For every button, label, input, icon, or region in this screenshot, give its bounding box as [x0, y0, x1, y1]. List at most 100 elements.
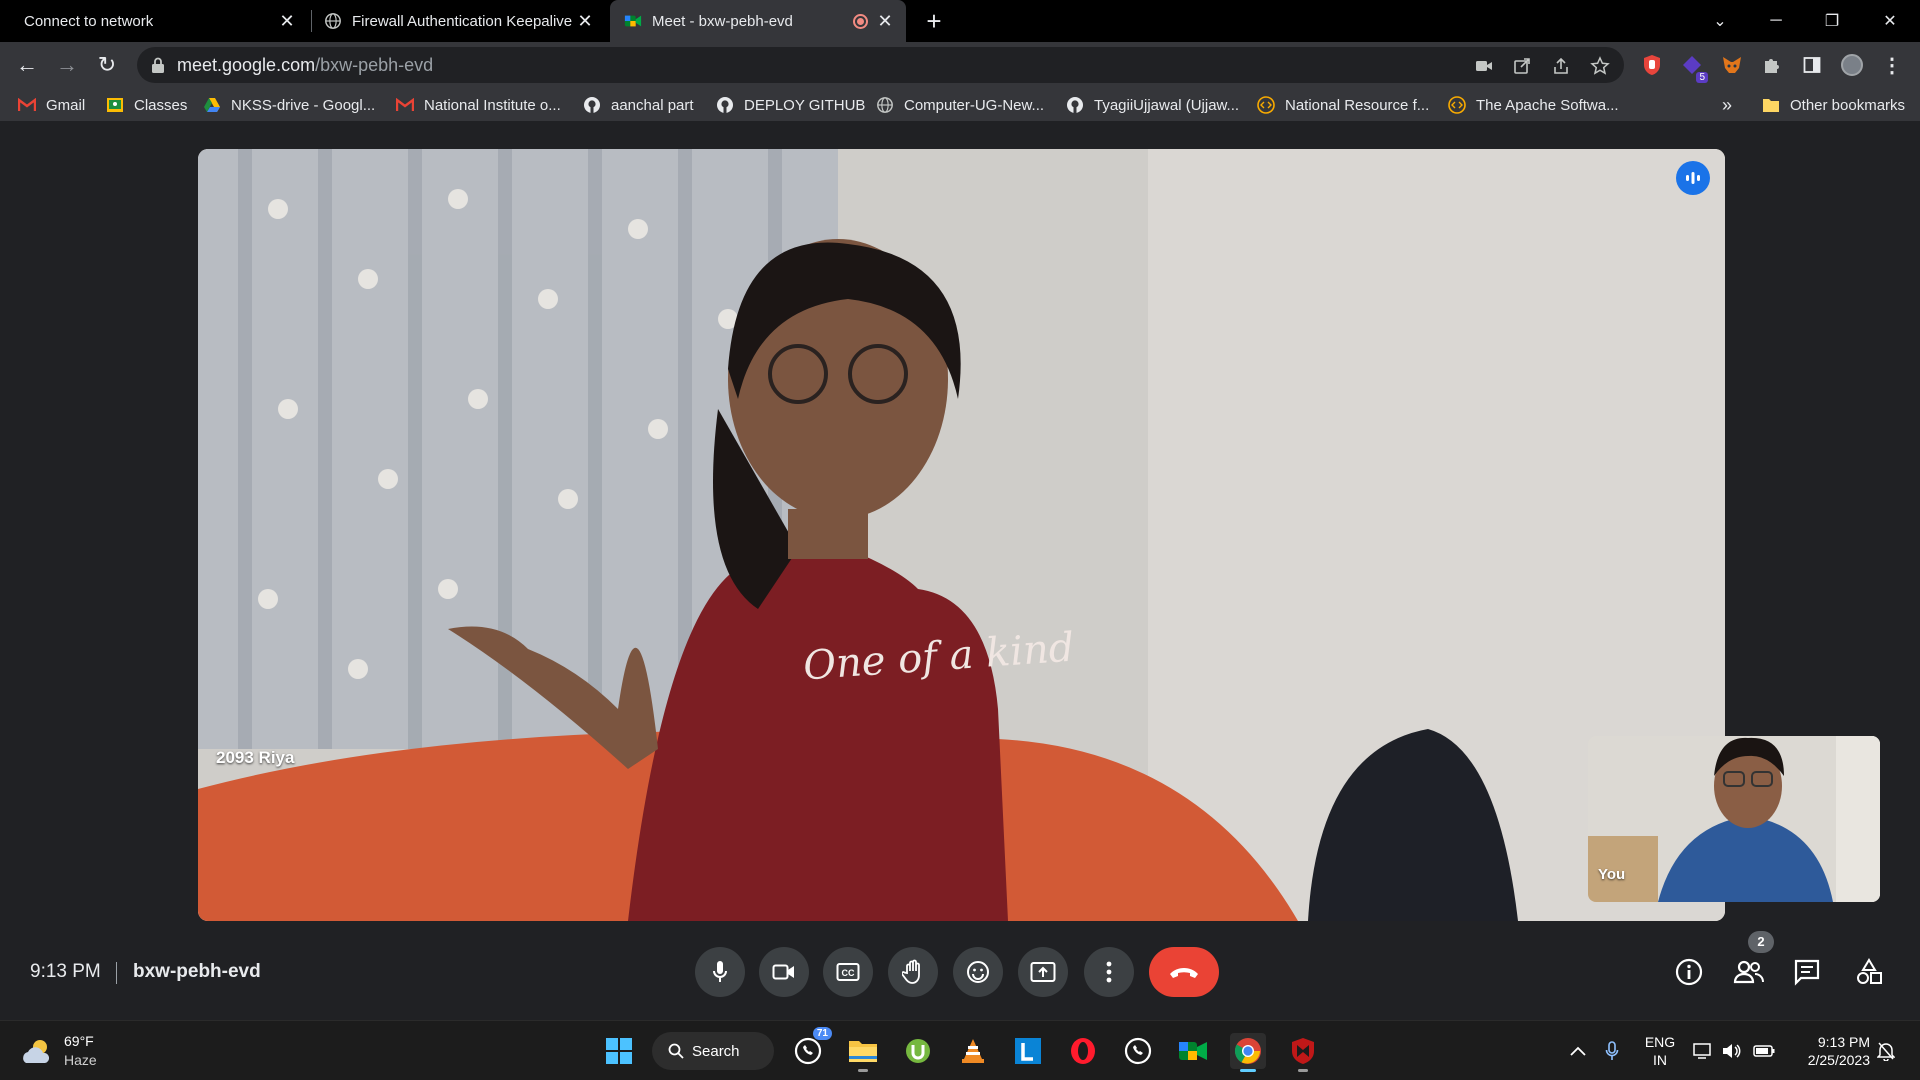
battery-icon[interactable] — [1752, 1033, 1776, 1069]
bookmark-classes[interactable]: Classes — [106, 93, 187, 117]
camera-button[interactable] — [759, 947, 809, 997]
input-language-indicator[interactable]: ENG IN — [1640, 1033, 1680, 1069]
code-icon — [1448, 96, 1466, 114]
reactions-button[interactable] — [953, 947, 1003, 997]
bookmark-star-icon[interactable] — [1589, 55, 1611, 77]
share-icon[interactable] — [1550, 55, 1572, 77]
camera-in-use-icon[interactable] — [1473, 55, 1495, 77]
forward-button[interactable]: → — [51, 49, 83, 81]
chrome-icon — [1234, 1038, 1261, 1064]
new-tab-button[interactable]: + — [920, 8, 948, 36]
clock-time: 9:13 PM — [1817, 1034, 1870, 1050]
taskbar-google-meet[interactable] — [1175, 1033, 1211, 1069]
taskbar-chrome[interactable] — [1230, 1033, 1266, 1072]
tab-meet[interactable]: Meet - bxw-pebh-evd ✕ — [610, 0, 906, 42]
meeting-time: 9:13 PM — [30, 961, 101, 982]
open-in-new-icon[interactable] — [1511, 55, 1533, 77]
restore-button[interactable]: ❐ — [1804, 0, 1860, 42]
bookmark-label: Other bookmarks — [1790, 96, 1906, 114]
main-participant-tile[interactable]: One of a kind 2093 Riya — [198, 149, 1725, 921]
bookmark-label: The Apache Softwa... — [1476, 96, 1619, 114]
self-view-tile[interactable]: You — [1588, 736, 1880, 902]
call-end-icon — [1170, 968, 1198, 978]
meet-stage: One of a kind 2093 Riya You — [0, 123, 1920, 1020]
bookmark-national-resource[interactable]: National Resource f... — [1257, 93, 1429, 117]
chevron-up-icon — [1570, 1046, 1586, 1056]
language-region: IN — [1653, 1052, 1667, 1068]
leave-call-button[interactable] — [1149, 947, 1219, 997]
extensions-puzzle-icon[interactable] — [1760, 53, 1784, 77]
tab-close-icon[interactable]: ✕ — [574, 10, 596, 32]
github-icon — [716, 96, 734, 114]
meet-controls-bar: 9:13 PM bxw-pebh-evd CC 2 — [0, 925, 1920, 1020]
taskbar-whatsapp-beta[interactable]: 71 — [790, 1027, 832, 1069]
tab-firewall-authentication[interactable]: Firewall Authentication Keepalive ✕ — [316, 0, 606, 42]
microphone-button[interactable] — [695, 947, 745, 997]
taskbar-vlc[interactable] — [955, 1033, 991, 1069]
other-bookmarks[interactable]: Other bookmarks — [1762, 93, 1905, 117]
bookmark-gmail[interactable]: Gmail — [18, 93, 85, 117]
browser-toolbar: ← → ↻ meet.google.com/bxw-pebh-evd 5 ⋮ — [0, 42, 1920, 88]
taskbar-l-app[interactable] — [1010, 1033, 1046, 1069]
bookmark-label: aanchal part — [611, 96, 694, 114]
opera-icon — [1071, 1038, 1095, 1064]
tab-connect-to-network[interactable]: Connect to network ✕ — [12, 0, 308, 42]
tab-close-icon[interactable]: ✕ — [874, 10, 896, 32]
taskbar-opera[interactable] — [1065, 1033, 1101, 1069]
taskbar-file-explorer[interactable] — [845, 1033, 881, 1072]
tab-separator — [311, 10, 312, 32]
bookmark-computer-ug[interactable]: Computer-UG-New... — [876, 93, 1044, 117]
bookmark-national-institute[interactable]: National Institute o... — [396, 93, 561, 117]
weather-condition: Haze — [64, 1052, 97, 1068]
network-icon[interactable] — [1692, 1033, 1714, 1069]
bookmarks-overflow-button[interactable]: » — [1722, 93, 1732, 117]
bookmark-aanchal-part[interactable]: aanchal part — [583, 93, 694, 117]
chat-button[interactable] — [1790, 955, 1824, 989]
activities-button[interactable] — [1852, 955, 1886, 989]
bookmark-label: Gmail — [46, 96, 86, 114]
taskbar-whatsapp[interactable] — [1120, 1033, 1156, 1069]
address-bar[interactable]: meet.google.com/bxw-pebh-evd — [137, 47, 1624, 83]
activities-icon — [1857, 958, 1882, 984]
minimize-button[interactable]: ─ — [1748, 0, 1804, 42]
tab-close-icon[interactable]: ✕ — [276, 10, 298, 32]
captions-button[interactable]: CC — [823, 947, 873, 997]
metamask-extension-icon[interactable] — [1720, 53, 1744, 77]
google-meet-icon — [624, 15, 642, 27]
notifications-button[interactable] — [1874, 1033, 1898, 1069]
microphone-tray-icon[interactable] — [1600, 1033, 1624, 1069]
taskbar-mcafee[interactable] — [1285, 1033, 1321, 1072]
microphone-icon — [713, 961, 727, 982]
weather-widget[interactable]: 69°F Haze — [18, 1031, 138, 1071]
bookmark-label: DEPLOY GITHUB — [744, 96, 866, 114]
taskbar-utorrent[interactable] — [900, 1033, 936, 1069]
extension-badge-icon[interactable]: 5 — [1680, 53, 1708, 83]
utorrent-icon — [906, 1039, 930, 1063]
side-panel-icon[interactable] — [1800, 53, 1824, 77]
bookmark-nkss-drive[interactable]: NKSS-drive - Googl... — [203, 93, 375, 117]
profile-avatar[interactable] — [1840, 53, 1864, 77]
start-button[interactable] — [601, 1033, 637, 1069]
raise-hand-button[interactable] — [888, 947, 938, 997]
back-button[interactable]: ← — [11, 49, 43, 81]
chrome-menu-icon[interactable]: ⋮ — [1880, 53, 1904, 77]
tab-search-chevron-icon[interactable]: ⌄ — [1692, 0, 1748, 42]
extension-badge: 5 — [1696, 72, 1708, 83]
more-options-button[interactable] — [1084, 947, 1134, 997]
vlc-icon — [962, 1039, 984, 1063]
svg-text:CC: CC — [842, 968, 855, 978]
close-window-button[interactable]: ✕ — [1862, 0, 1918, 42]
bookmark-tyagiiujjawal[interactable]: TyagiiUjjawal (Ujjaw... — [1066, 93, 1239, 117]
volume-icon[interactable] — [1720, 1033, 1742, 1069]
system-clock[interactable]: 9:13 PM 2/25/2023 — [1790, 1033, 1870, 1069]
show-hidden-icons-button[interactable] — [1566, 1033, 1590, 1069]
adblock-extension-icon[interactable] — [1640, 53, 1664, 77]
reload-button[interactable]: ↻ — [91, 49, 123, 81]
people-button[interactable] — [1732, 955, 1766, 989]
bookmark-apache[interactable]: The Apache Softwa... — [1448, 93, 1619, 117]
meeting-details-button[interactable] — [1672, 955, 1706, 989]
bookmark-deploy-github[interactable]: DEPLOY GITHUB — [716, 93, 865, 117]
url-host: meet.google.com — [177, 55, 316, 75]
present-screen-button[interactable] — [1018, 947, 1068, 997]
taskbar-search[interactable]: Search — [652, 1032, 774, 1070]
